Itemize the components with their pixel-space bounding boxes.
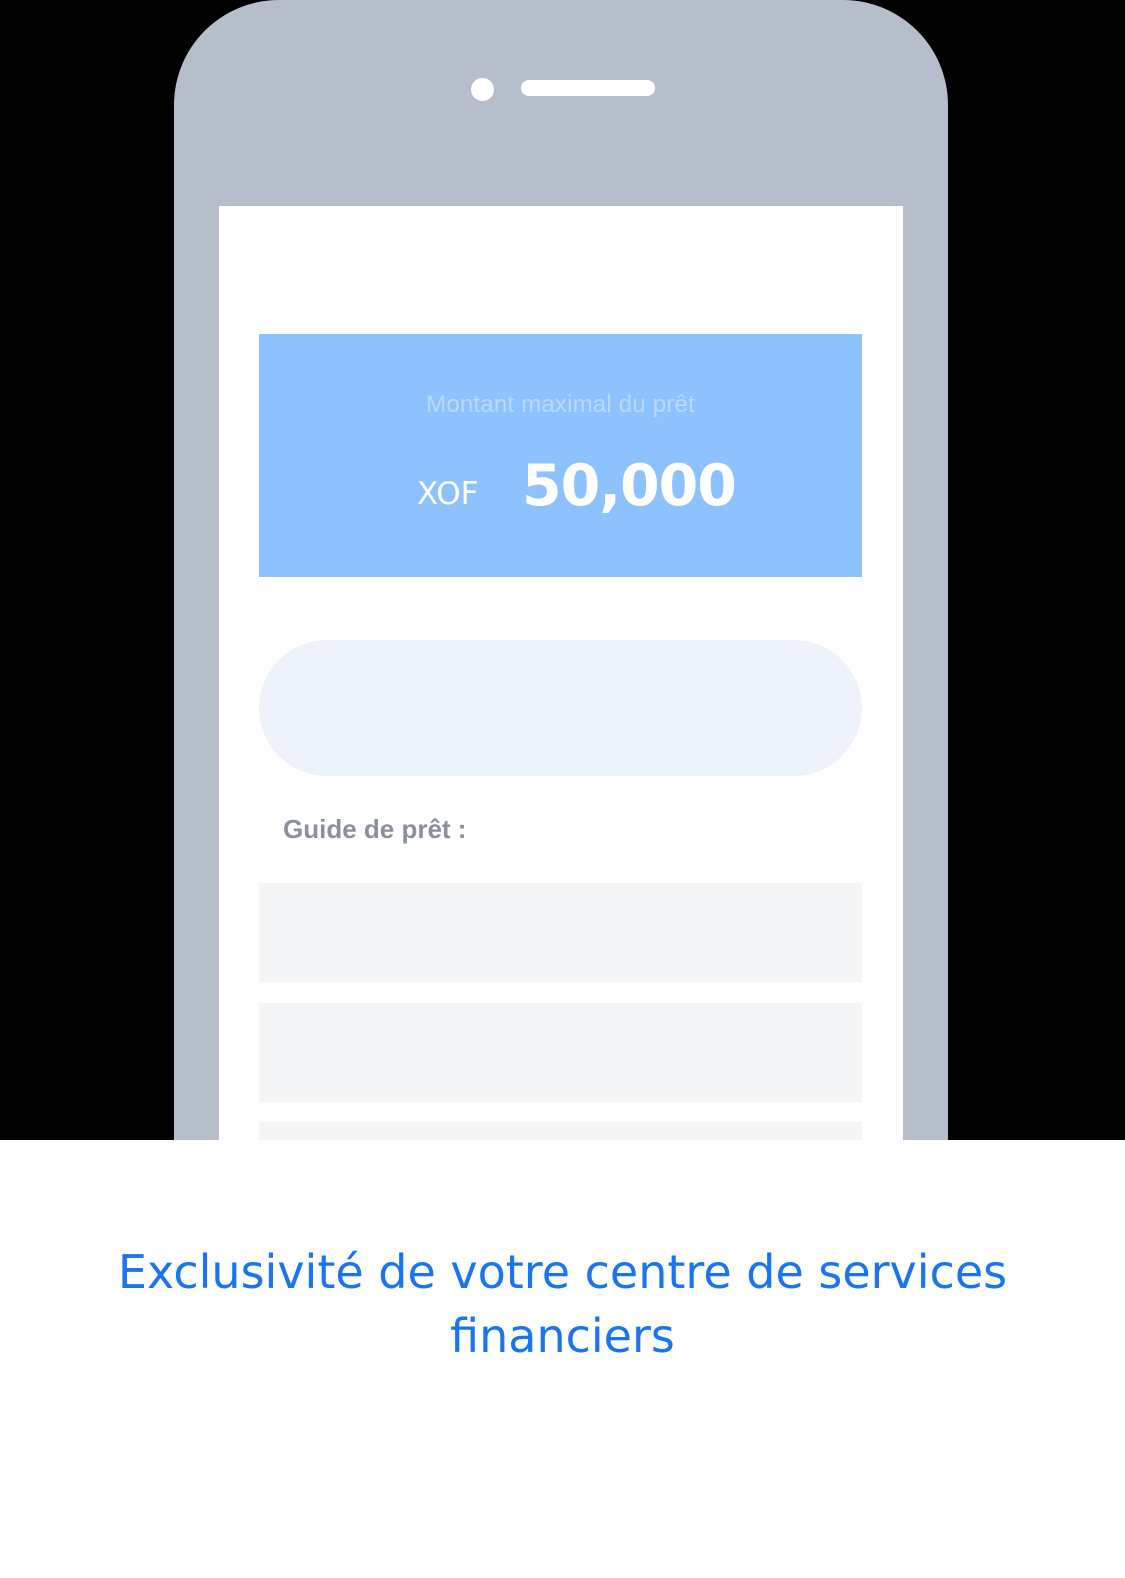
guide-item[interactable] bbox=[259, 1122, 862, 1140]
guide-item[interactable] bbox=[259, 1003, 862, 1102]
max-loan-card: Montant maximal du prêt XOF 50,000 bbox=[259, 334, 862, 577]
caption-text: Exclusivité de votre centre de services … bbox=[117, 1245, 1008, 1363]
loan-guide-title: Guide de prêt : bbox=[283, 814, 467, 844]
guide-item[interactable] bbox=[259, 883, 862, 982]
caption-panel: Exclusivité de votre centre de services … bbox=[0, 1140, 1125, 1578]
phone-screen: Montant maximal du prêt XOF 50,000 Guide… bbox=[219, 206, 903, 1140]
max-loan-label: Montant maximal du prêt bbox=[426, 391, 695, 418]
earpiece-speaker bbox=[521, 80, 655, 96]
max-loan-amount: 50,000 bbox=[522, 453, 737, 519]
currency-label: XOF bbox=[417, 476, 479, 512]
apply-button-placeholder[interactable] bbox=[259, 640, 862, 776]
front-camera bbox=[471, 78, 494, 101]
